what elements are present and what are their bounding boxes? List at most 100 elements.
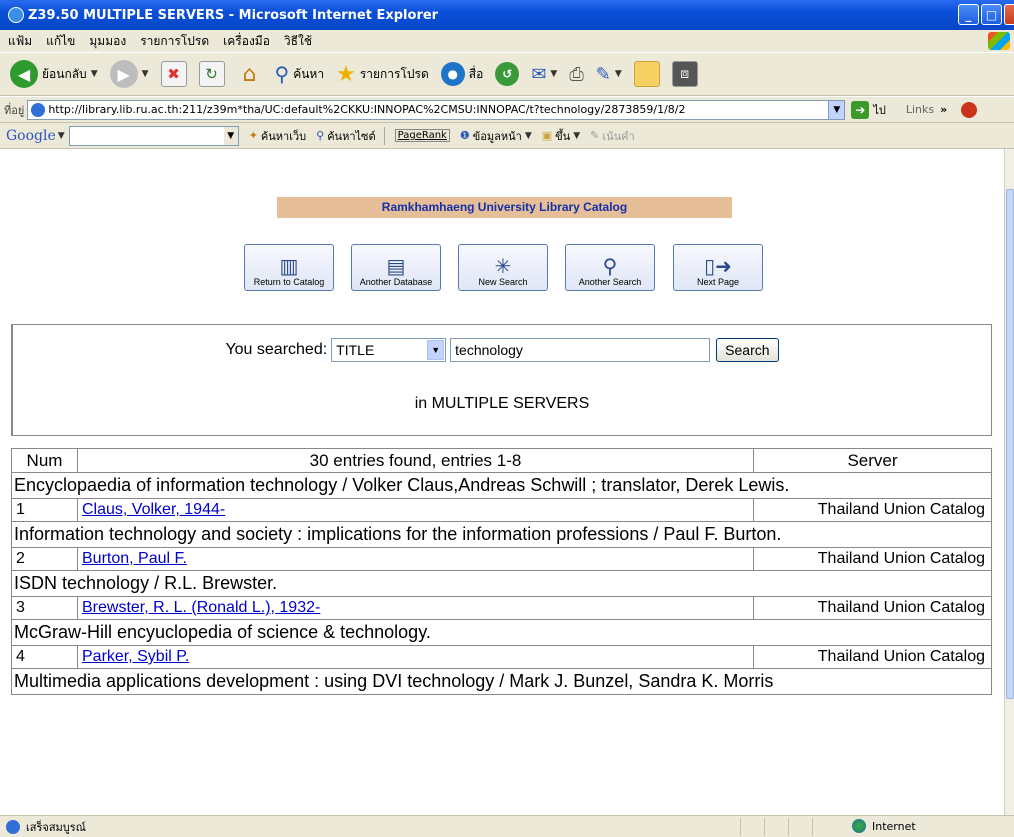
status-cell — [740, 818, 764, 836]
print-button[interactable]: ⎙ — [565, 56, 587, 92]
page-info-dropdown-icon: ▼ — [524, 130, 532, 141]
scrollbar-thumb[interactable] — [1006, 189, 1014, 699]
addon-icon[interactable] — [961, 101, 978, 118]
another-database-button[interactable]: ▤ Another Database — [351, 244, 441, 291]
forward-dropdown-icon[interactable]: ▼ — [142, 69, 149, 79]
page-info-button[interactable]: ❶ ข้อมูลหน้า ▼ — [460, 127, 532, 145]
security-zone: Internet — [852, 819, 916, 833]
author-link[interactable]: Parker, Sybil P. — [82, 648, 189, 665]
back-arrow-icon: ◀ — [10, 60, 38, 88]
menu-favorites[interactable]: รายการโปรด — [140, 32, 209, 51]
windows-logo-icon — [988, 32, 1010, 50]
result-num: 3 — [11, 596, 78, 620]
catalog-banner: Ramkhamhaeng University Library Catalog — [277, 197, 732, 218]
search-web-button[interactable]: ✦ ค้นหาเว็บ — [249, 127, 306, 145]
history-button[interactable]: ↺ — [491, 56, 523, 92]
return-to-catalog-button[interactable]: ▥ Return to Catalog — [244, 244, 334, 291]
menu-file[interactable]: แฟ้ม — [8, 32, 32, 51]
window-title: Z39.50 MULTIPLE SERVERS - Microsoft Inte… — [28, 7, 439, 23]
media-icon: ● — [440, 62, 465, 86]
edit-icon: ✎ — [595, 63, 611, 85]
result-server: Thailand Union Catalog — [753, 596, 992, 620]
result-num: 4 — [11, 645, 78, 669]
edit-button[interactable]: ✎ ▼ — [592, 56, 626, 92]
minimize-button[interactable]: _ — [958, 4, 979, 25]
address-input[interactable]: http://library.lib.ru.ac.th:211/z39m*tha… — [27, 99, 846, 120]
search-icon: ⚲ — [274, 62, 290, 86]
menu-edit[interactable]: แก้ไข — [46, 32, 75, 51]
result-author-cell: Burton, Paul F. — [77, 547, 754, 571]
search-button[interactable]: ⚲ ค้นหา — [271, 56, 329, 92]
mail-button[interactable]: ✉ ▼ — [527, 56, 561, 92]
new-search-button[interactable]: ✳ New Search — [458, 244, 548, 291]
research-button[interactable]: ⧈ — [668, 56, 702, 92]
select-dropdown-icon[interactable]: ▼ — [427, 340, 445, 360]
forward-button[interactable]: ▶ ▼ — [106, 56, 153, 92]
return-to-catalog-label: Return to Catalog — [253, 277, 325, 287]
home-button[interactable]: ⌂ — [233, 56, 267, 92]
address-url: http://library.lib.ru.ac.th:211/z39m*tha… — [48, 103, 686, 116]
up-label: ขึ้น — [555, 129, 571, 143]
menu-view[interactable]: มุมมอง — [89, 32, 126, 51]
window-controls: _ □ — [958, 4, 1014, 25]
search-term-input[interactable]: technology — [450, 338, 711, 362]
zone-label: Internet — [872, 819, 916, 833]
author-link[interactable]: Burton, Paul F. — [82, 550, 187, 567]
go-arrow-icon[interactable]: ➔ — [851, 100, 870, 119]
result-server: Thailand Union Catalog — [753, 498, 992, 522]
toolbar-separator — [383, 126, 385, 145]
favorites-button[interactable]: ★ รายการโปรด — [332, 56, 433, 92]
go-button[interactable]: ไป — [873, 101, 886, 119]
folder-button[interactable] — [630, 56, 664, 92]
address-dropdown-icon[interactable]: ▼ — [828, 100, 845, 119]
highlight-button[interactable]: ✎ เน้นคำ — [590, 127, 635, 145]
result-num: 1 — [11, 498, 78, 522]
search-field-select[interactable]: TITLE ▼ — [331, 338, 447, 362]
site-search-icon: ⚲ — [316, 129, 325, 142]
menu-tools[interactable]: เครื่องมือ — [223, 32, 270, 51]
mail-dropdown-icon[interactable]: ▼ — [550, 69, 557, 79]
edit-dropdown-icon[interactable]: ▼ — [615, 69, 622, 79]
media-button[interactable]: ● สื่อ — [437, 56, 488, 92]
page-status-icon — [6, 819, 20, 834]
window-titlebar: Z39.50 MULTIPLE SERVERS - Microsoft Inte… — [0, 0, 1014, 30]
search-scope: in MULTIPLE SERVERS — [414, 395, 590, 412]
status-bar: เสร็จสมบูรณ์ Internet — [0, 815, 1014, 837]
search-site-button[interactable]: ⚲ ค้นหาไซต์ — [316, 127, 376, 145]
search-submit-button[interactable]: Search — [716, 338, 779, 362]
menu-help[interactable]: วิธีใช้ — [284, 32, 312, 51]
result-author-row: 2 Burton, Paul F. Thailand Union Catalog — [11, 547, 992, 571]
another-search-button[interactable]: ⚲ Another Search — [565, 244, 655, 291]
back-button[interactable]: ◀ ย้อนกลับ ▼ — [6, 56, 102, 92]
chevron-right-icon[interactable]: » — [940, 103, 947, 116]
stop-button[interactable]: ✖ — [157, 56, 191, 92]
pagerank-indicator[interactable]: PageRank — [394, 129, 450, 142]
up-button[interactable]: ▣ ขึ้น ▼ — [542, 127, 580, 145]
next-page-button[interactable]: ▯➜ Next Page — [673, 244, 763, 291]
search-site-label: ค้นหาไซต์ — [327, 129, 376, 143]
maximize-button[interactable]: □ — [981, 4, 1002, 25]
globe-icon — [852, 819, 866, 833]
author-link[interactable]: Claus, Volker, 1944- — [82, 501, 225, 518]
address-label: ที่อยู่ — [4, 103, 25, 117]
google-input-dropdown-icon[interactable]: ▼ — [223, 126, 238, 145]
vertical-scrollbar[interactable] — [1004, 149, 1014, 815]
google-logo[interactable]: Google — [6, 128, 56, 144]
folder-icon — [633, 61, 660, 87]
author-link[interactable]: Brewster, R. L. (Ronald L.), 1932- — [82, 599, 320, 616]
links-button[interactable]: Links — [906, 103, 934, 116]
back-dropdown-icon[interactable]: ▼ — [91, 69, 98, 79]
google-search-input[interactable]: ▼ — [68, 125, 239, 146]
result-title-row: Multimedia applications development : us… — [11, 668, 992, 695]
refresh-button[interactable]: ↻ — [195, 56, 229, 92]
google-menu-dropdown-icon[interactable]: ▼ — [58, 131, 65, 141]
close-button[interactable] — [1004, 4, 1014, 25]
result-author-cell: Parker, Sybil P. — [77, 645, 754, 669]
refresh-icon: ↻ — [198, 61, 225, 87]
result-server: Thailand Union Catalog — [753, 645, 992, 669]
result-title: McGraw-Hill encyuclopedia of science & t… — [11, 619, 992, 646]
results-header-row: Num 30 entries found, entries 1-8 Server — [11, 448, 992, 473]
result-author-cell: Brewster, R. L. (Ronald L.), 1932- — [77, 596, 754, 620]
results-table: Num 30 entries found, entries 1-8 Server… — [11, 448, 992, 695]
forward-arrow-icon: ▶ — [109, 60, 138, 88]
